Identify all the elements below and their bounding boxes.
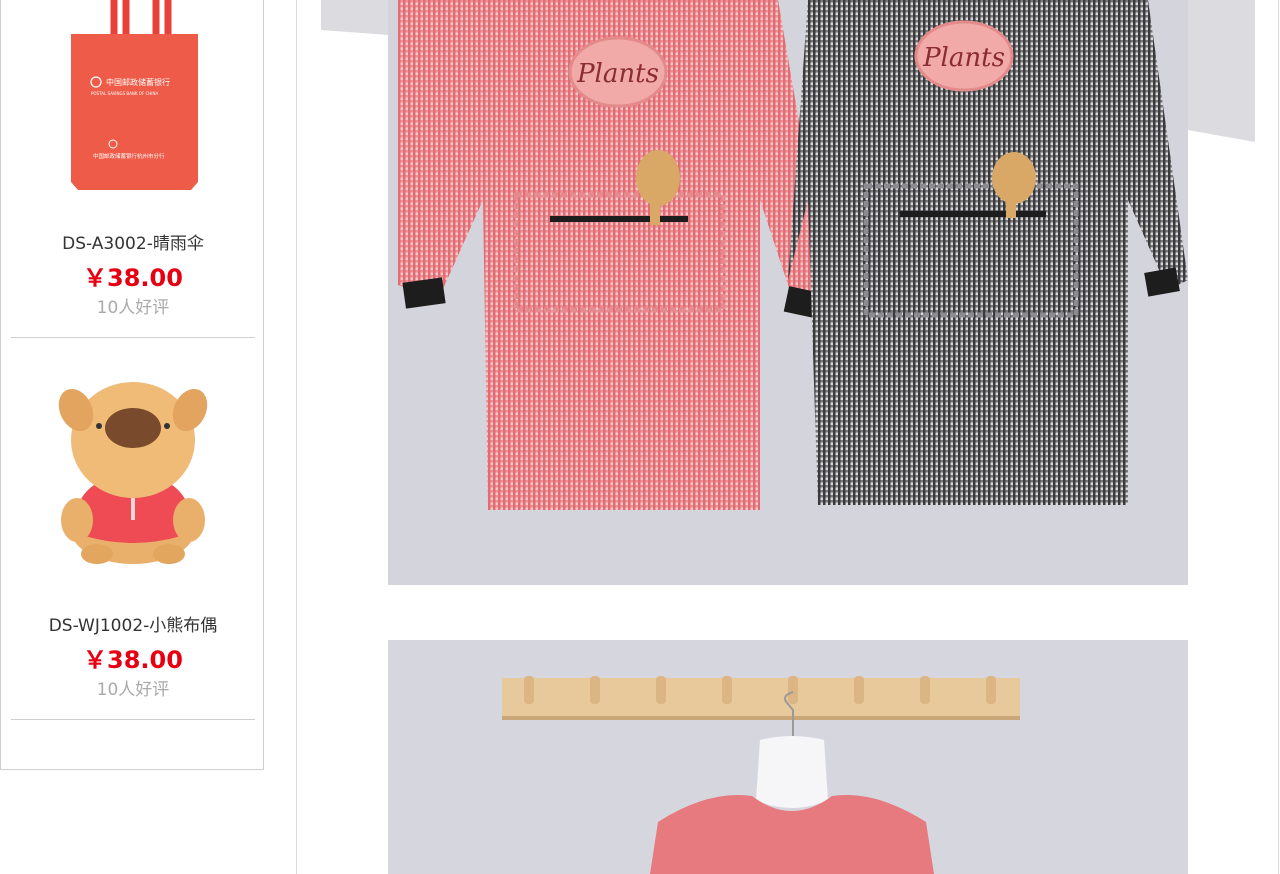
product-reviews: 10人好评 <box>96 298 170 318</box>
product-photo-apron-hanger <box>388 640 1188 874</box>
product-card[interactable]: 中国邮政储蓄银行 POSTAL SAVINGS BANK OF CHINA 中国… <box>1 0 265 336</box>
apron-patch-label: Plants <box>922 43 1005 73</box>
product-name[interactable]: DS-A3002-晴雨伞 <box>1 229 265 254</box>
bag-print-subtitle: POSTAL SAVINGS BANK OF CHINA <box>91 91 158 96</box>
product-card[interactable]: DS-WJ1002-小熊布偶 ￥38.00 10人好评 <box>1 338 265 718</box>
divider <box>11 719 255 720</box>
product-price: ￥38.00 <box>83 646 183 674</box>
bag-print-title: 中国邮政储蓄银行 <box>106 77 170 87</box>
product-image-tote-bag[interactable]: 中国邮政储蓄银行 POSTAL SAVINGS BANK OF CHINA 中国… <box>41 0 226 198</box>
product-reviews: 10人好评 <box>96 680 170 700</box>
bag-print-branch: 中国邮政储蓄银行杭州市分行 <box>93 152 165 160</box>
product-price: ￥38.00 <box>83 264 183 292</box>
content-right-border <box>1278 0 1279 874</box>
apron-patch-label: Plants <box>576 59 659 89</box>
product-sidebar: 中国邮政储蓄银行 POSTAL SAVINGS BANK OF CHINA 中国… <box>0 0 264 770</box>
product-photo-aprons: Plants Plants <box>388 0 1188 585</box>
product-name[interactable]: DS-WJ1002-小熊布偶 <box>1 611 265 636</box>
content-left-border <box>296 0 297 874</box>
product-image-bear-plush[interactable] <box>41 368 226 568</box>
